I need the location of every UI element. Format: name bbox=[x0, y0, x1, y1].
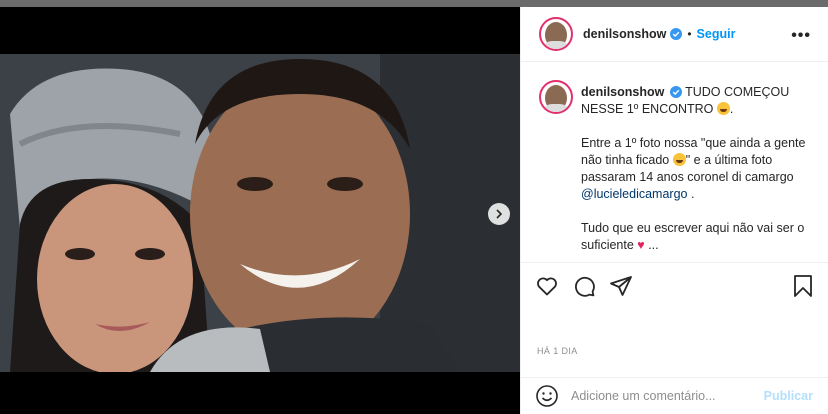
next-photo-button[interactable] bbox=[488, 203, 510, 225]
post-photo bbox=[0, 54, 520, 372]
post-header: denilsonshow • Seguir ••• bbox=[521, 7, 828, 62]
chevron-right-icon bbox=[496, 209, 503, 219]
laughing-emoji-icon bbox=[716, 102, 730, 115]
caption-para2-end: . bbox=[687, 187, 695, 201]
caption-avatar[interactable] bbox=[539, 80, 573, 114]
more-options-button[interactable]: ••• bbox=[791, 27, 811, 45]
comment-bubble-icon[interactable] bbox=[572, 274, 596, 298]
mention-link[interactable]: @lucieledicamargo bbox=[581, 187, 688, 201]
post-sidebar: denilsonshow • Seguir ••• denilsonshow T… bbox=[520, 7, 828, 414]
header-username[interactable]: denilsonshow bbox=[583, 27, 666, 41]
follow-button[interactable]: Seguir bbox=[697, 27, 736, 41]
caption-text: denilsonshow TUDO COMEÇOU NESSE 1º ENCON… bbox=[581, 84, 813, 262]
post-media[interactable] bbox=[0, 7, 520, 414]
action-bar bbox=[521, 262, 828, 308]
top-strip bbox=[0, 0, 828, 7]
laughing-emoji-icon bbox=[672, 153, 686, 166]
bookmark-icon[interactable] bbox=[791, 274, 815, 298]
comment-input[interactable]: Adicione um comentário... bbox=[571, 389, 764, 403]
photo-illustration bbox=[0, 54, 520, 372]
comment-box: Adicione um comentário... Publicar bbox=[521, 377, 828, 414]
verified-badge-icon bbox=[669, 86, 682, 98]
heart-emoji-icon: ♥ bbox=[637, 238, 645, 252]
caption-para3-part1: Tudo que eu escrever aqui não vai ser o … bbox=[581, 221, 805, 252]
avatar[interactable] bbox=[539, 17, 573, 51]
smiley-icon[interactable] bbox=[535, 384, 559, 408]
header-separator: • bbox=[687, 27, 692, 41]
verified-badge-icon bbox=[670, 28, 683, 40]
post-dialog: denilsonshow • Seguir ••• denilsonshow T… bbox=[0, 7, 828, 414]
post-timestamp[interactable]: HÁ 1 DIA bbox=[537, 346, 578, 356]
heart-outline-icon[interactable] bbox=[535, 274, 559, 298]
paper-plane-icon[interactable] bbox=[609, 274, 633, 298]
caption-username[interactable]: denilsonshow bbox=[581, 85, 664, 99]
caption-line1-end: . bbox=[729, 102, 734, 116]
publish-button[interactable]: Publicar bbox=[764, 389, 813, 403]
caption-para3-end: ... bbox=[644, 238, 659, 252]
post-caption: denilsonshow TUDO COMEÇOU NESSE 1º ENCON… bbox=[521, 62, 828, 262]
